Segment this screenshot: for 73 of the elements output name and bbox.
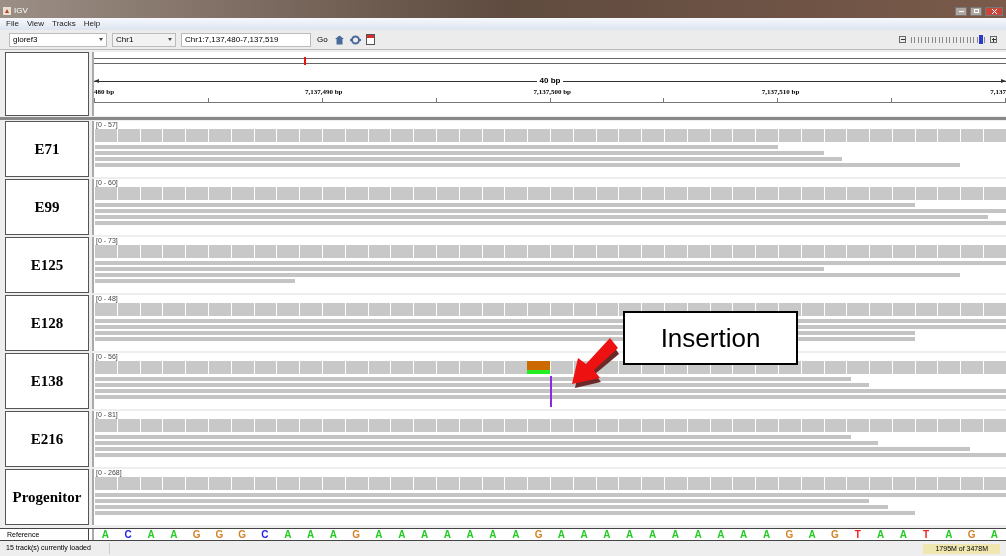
track-name: E216: [30, 429, 64, 449]
reference-base: G: [352, 529, 361, 540]
callout-text: Insertion: [660, 321, 761, 355]
minimize-button[interactable]: [955, 6, 967, 16]
chromosome-dropdown[interactable]: Chr1: [112, 32, 176, 47]
reference-base: A: [306, 529, 315, 540]
reference-base: A: [648, 529, 657, 540]
reference-base: A: [512, 529, 520, 540]
app-icon: [3, 7, 11, 15]
reference-base: G: [215, 529, 224, 540]
maximize-button[interactable]: [970, 6, 982, 16]
zoom-in-button[interactable]: [990, 36, 997, 43]
genome-dropdown[interactable]: gloref3: [9, 32, 107, 47]
reference-base: A: [284, 529, 292, 540]
reference-base: A: [170, 529, 178, 540]
reference-base: G: [967, 529, 976, 540]
dropdown-arrow-icon: [168, 38, 172, 41]
reference-base: A: [489, 529, 497, 540]
reference-base: A: [945, 529, 953, 540]
reference-base: A: [420, 529, 429, 540]
reference-base: A: [557, 529, 565, 540]
home-icon[interactable]: [333, 34, 345, 45]
insertion-line: [550, 376, 552, 407]
track-name: E71: [34, 139, 60, 159]
refresh-icon[interactable]: [349, 34, 361, 45]
reference-base: C: [124, 529, 132, 540]
reference-base: A: [740, 529, 748, 540]
track-name: E125: [30, 255, 64, 275]
reference-base: G: [785, 529, 794, 540]
zoom-slider[interactable]: [911, 35, 985, 44]
reference-base: A: [694, 529, 702, 540]
track-name: E99: [34, 197, 60, 217]
reference-base: T: [923, 529, 930, 540]
track-name: Progenitor: [12, 487, 82, 507]
reference-base: A: [899, 529, 907, 540]
menu-item[interactable]: File: [6, 19, 19, 29]
reference-base: A: [876, 529, 885, 540]
reference-base: A: [329, 529, 337, 540]
reference-base: A: [443, 529, 451, 540]
reference-base: A: [762, 529, 771, 540]
reference-base: G: [534, 529, 543, 540]
reference-base: A: [466, 529, 474, 540]
track-name: E138: [30, 371, 64, 391]
reference-base: C: [261, 529, 269, 540]
track-name: E128: [30, 313, 64, 333]
close-button[interactable]: [985, 6, 1003, 16]
menu-item[interactable]: Tracks: [52, 19, 76, 29]
reference-base: G: [192, 529, 201, 540]
window-title: IGV: [14, 5, 28, 17]
reference-base: A: [147, 529, 155, 540]
reference-base: A: [990, 529, 999, 540]
region-icon[interactable]: [365, 34, 375, 45]
zoom-out-button[interactable]: [899, 36, 906, 43]
close-icon: [991, 8, 997, 14]
reference-base: G: [238, 529, 247, 540]
reference-base: A: [808, 529, 816, 540]
locus-field[interactable]: Chr1:7,137,480-7,137,519: [181, 32, 311, 47]
reference-base: T: [854, 529, 861, 540]
dropdown-arrow-icon: [99, 38, 103, 41]
zoom-thumb[interactable]: [978, 35, 983, 44]
span-label: 40 bp: [536, 76, 564, 86]
go-button[interactable]: Go: [316, 32, 329, 47]
reference-base: A: [603, 529, 611, 540]
reference-base: A: [101, 529, 109, 540]
reference-base: A: [375, 529, 383, 540]
reference-base: G: [831, 529, 839, 540]
reference-base: A: [717, 529, 725, 540]
menu-item[interactable]: View: [26, 19, 45, 29]
menu-item[interactable]: Help: [83, 19, 101, 29]
reference-base: A: [671, 529, 679, 540]
reference-base: A: [580, 529, 588, 540]
reference-base: A: [626, 529, 634, 540]
reference-base: A: [398, 529, 406, 540]
